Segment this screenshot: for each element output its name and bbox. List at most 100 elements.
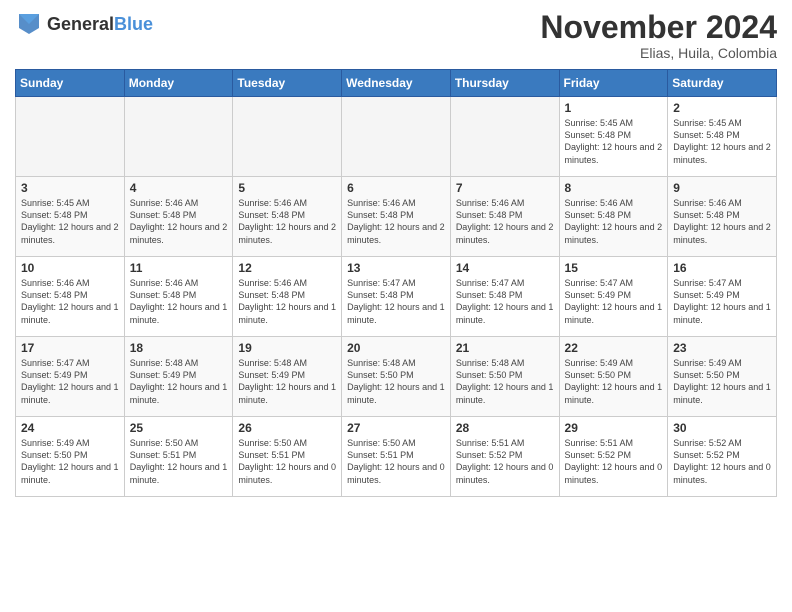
calendar-week-4: 17 Sunrise: 5:47 AM Sunset: 5:49 PM Dayli… — [16, 337, 777, 417]
day-info: Sunrise: 5:46 AM Sunset: 5:48 PM Dayligh… — [673, 197, 772, 246]
calendar-week-2: 3 Sunrise: 5:45 AM Sunset: 5:48 PM Daylig… — [16, 177, 777, 257]
calendar-cell: 6 Sunrise: 5:46 AM Sunset: 5:48 PM Daylig… — [342, 177, 451, 257]
day-info: Sunrise: 5:46 AM Sunset: 5:48 PM Dayligh… — [130, 277, 229, 326]
day-number: 3 — [21, 181, 120, 195]
day-number: 10 — [21, 261, 120, 275]
day-info: Sunrise: 5:48 AM Sunset: 5:49 PM Dayligh… — [130, 357, 229, 406]
day-number: 9 — [673, 181, 772, 195]
calendar-container: GeneralBlue November 2024 Elias, Huila, … — [0, 0, 792, 512]
title-block: November 2024 Elias, Huila, Colombia — [540, 10, 777, 61]
col-friday: Friday — [559, 70, 668, 97]
day-number: 17 — [21, 341, 120, 355]
day-number: 13 — [347, 261, 446, 275]
day-info: Sunrise: 5:46 AM Sunset: 5:48 PM Dayligh… — [565, 197, 664, 246]
day-info: Sunrise: 5:47 AM Sunset: 5:49 PM Dayligh… — [565, 277, 664, 326]
calendar-cell: 16Sunrise: 5:47 AM Sunset: 5:49 PM Dayli… — [668, 257, 777, 337]
col-tuesday: Tuesday — [233, 70, 342, 97]
calendar-cell: 14 Sunrise: 5:47 AM Sunset: 5:48 PM Dayli… — [450, 257, 559, 337]
day-info: Sunrise: 5:47 AM Sunset: 5:49 PM Dayligh… — [21, 357, 120, 406]
day-info: Sunrise: 5:47 AM Sunset: 5:48 PM Dayligh… — [347, 277, 446, 326]
day-number: 23 — [673, 341, 772, 355]
calendar-cell — [16, 97, 125, 177]
calendar-cell: 15 Sunrise: 5:47 AM Sunset: 5:49 PM Dayli… — [559, 257, 668, 337]
day-number: 20 — [347, 341, 446, 355]
calendar-cell: 24 Sunrise: 5:49 AM Sunset: 5:50 PM Dayli… — [16, 417, 125, 497]
day-info: Sunrise: 5:45 AM Sunset: 5:48 PM Dayligh… — [565, 117, 664, 166]
calendar-cell — [450, 97, 559, 177]
calendar-cell — [233, 97, 342, 177]
calendar-table: Sunday Monday Tuesday Wednesday Thursday… — [15, 69, 777, 497]
day-info: Sunrise: 5:51 AM Sunset: 5:52 PM Dayligh… — [456, 437, 555, 486]
day-number: 6 — [347, 181, 446, 195]
calendar-week-5: 24 Sunrise: 5:49 AM Sunset: 5:50 PM Dayli… — [16, 417, 777, 497]
day-number: 4 — [130, 181, 229, 195]
calendar-week-1: 1 Sunrise: 5:45 AM Sunset: 5:48 PM Daylig… — [16, 97, 777, 177]
day-info: Sunrise: 5:49 AM Sunset: 5:50 PM Dayligh… — [565, 357, 664, 406]
day-number: 29 — [565, 421, 664, 435]
logo-blue: Blue — [114, 14, 153, 34]
day-number: 2 — [673, 101, 772, 115]
day-number: 19 — [238, 341, 337, 355]
day-info: Sunrise: 5:47 AM Sunset: 5:48 PM Dayligh… — [456, 277, 555, 326]
day-info: Sunrise: 5:52 AM Sunset: 5:52 PM Dayligh… — [673, 437, 772, 486]
calendar-cell: 5 Sunrise: 5:46 AM Sunset: 5:48 PM Daylig… — [233, 177, 342, 257]
day-info: Sunrise: 5:48 AM Sunset: 5:50 PM Dayligh… — [347, 357, 446, 406]
logo-icon — [15, 10, 43, 38]
day-info: Sunrise: 5:48 AM Sunset: 5:50 PM Dayligh… — [456, 357, 555, 406]
calendar-cell: 9 Sunrise: 5:46 AM Sunset: 5:48 PM Daylig… — [668, 177, 777, 257]
day-number: 14 — [456, 261, 555, 275]
day-info: Sunrise: 5:50 AM Sunset: 5:51 PM Dayligh… — [238, 437, 337, 486]
col-monday: Monday — [124, 70, 233, 97]
col-saturday: Saturday — [668, 70, 777, 97]
calendar-cell: 22 Sunrise: 5:49 AM Sunset: 5:50 PM Dayli… — [559, 337, 668, 417]
day-number: 30 — [673, 421, 772, 435]
calendar-cell: 29 Sunrise: 5:51 AM Sunset: 5:52 PM Dayli… — [559, 417, 668, 497]
day-info: Sunrise: 5:46 AM Sunset: 5:48 PM Dayligh… — [456, 197, 555, 246]
day-info: Sunrise: 5:46 AM Sunset: 5:48 PM Dayligh… — [238, 197, 337, 246]
day-number: 12 — [238, 261, 337, 275]
calendar-cell: 18Sunrise: 5:48 AM Sunset: 5:49 PM Dayli… — [124, 337, 233, 417]
day-number: 8 — [565, 181, 664, 195]
day-number: 24 — [21, 421, 120, 435]
calendar-cell: 13 Sunrise: 5:47 AM Sunset: 5:48 PM Dayli… — [342, 257, 451, 337]
calendar-cell: 30 Sunrise: 5:52 AM Sunset: 5:52 PM Dayli… — [668, 417, 777, 497]
day-info: Sunrise: 5:49 AM Sunset: 5:50 PM Dayligh… — [673, 357, 772, 406]
day-number: 22 — [565, 341, 664, 355]
day-info: Sunrise: 5:46 AM Sunset: 5:48 PM Dayligh… — [347, 197, 446, 246]
calendar-cell: 3 Sunrise: 5:45 AM Sunset: 5:48 PM Daylig… — [16, 177, 125, 257]
day-info: Sunrise: 5:48 AM Sunset: 5:49 PM Dayligh… — [238, 357, 337, 406]
day-info: Sunrise: 5:46 AM Sunset: 5:48 PM Dayligh… — [238, 277, 337, 326]
day-info: Sunrise: 5:50 AM Sunset: 5:51 PM Dayligh… — [130, 437, 229, 486]
day-info: Sunrise: 5:46 AM Sunset: 5:48 PM Dayligh… — [21, 277, 120, 326]
day-number: 28 — [456, 421, 555, 435]
day-number: 1 — [565, 101, 664, 115]
day-info: Sunrise: 5:46 AM Sunset: 5:48 PM Dayligh… — [130, 197, 229, 246]
logo: GeneralBlue — [15, 10, 153, 38]
month-title: November 2024 — [540, 10, 777, 45]
col-thursday: Thursday — [450, 70, 559, 97]
location-subtitle: Elias, Huila, Colombia — [540, 45, 777, 61]
calendar-week-3: 10 Sunrise: 5:46 AM Sunset: 5:48 PM Dayli… — [16, 257, 777, 337]
day-info: Sunrise: 5:51 AM Sunset: 5:52 PM Dayligh… — [565, 437, 664, 486]
day-number: 27 — [347, 421, 446, 435]
day-number: 11 — [130, 261, 229, 275]
day-number: 5 — [238, 181, 337, 195]
calendar-cell: 28 Sunrise: 5:51 AM Sunset: 5:52 PM Dayli… — [450, 417, 559, 497]
calendar-cell: 21Sunrise: 5:48 AM Sunset: 5:50 PM Dayli… — [450, 337, 559, 417]
calendar-cell: 20 Sunrise: 5:48 AM Sunset: 5:50 PM Dayli… — [342, 337, 451, 417]
day-number: 7 — [456, 181, 555, 195]
calendar-cell: 8 Sunrise: 5:46 AM Sunset: 5:48 PM Daylig… — [559, 177, 668, 257]
calendar-cell: 17 Sunrise: 5:47 AM Sunset: 5:49 PM Dayli… — [16, 337, 125, 417]
calendar-cell: 27 Sunrise: 5:50 AM Sunset: 5:51 PM Dayli… — [342, 417, 451, 497]
day-number: 25 — [130, 421, 229, 435]
calendar-cell — [342, 97, 451, 177]
day-info: Sunrise: 5:45 AM Sunset: 5:48 PM Dayligh… — [673, 117, 772, 166]
calendar-cell: 25 Sunrise: 5:50 AM Sunset: 5:51 PM Dayli… — [124, 417, 233, 497]
day-info: Sunrise: 5:47 AM Sunset: 5:49 PM Dayligh… — [673, 277, 772, 326]
day-info: Sunrise: 5:45 AM Sunset: 5:48 PM Dayligh… — [21, 197, 120, 246]
day-info: Sunrise: 5:50 AM Sunset: 5:51 PM Dayligh… — [347, 437, 446, 486]
day-info: Sunrise: 5:49 AM Sunset: 5:50 PM Dayligh… — [21, 437, 120, 486]
day-number: 15 — [565, 261, 664, 275]
col-wednesday: Wednesday — [342, 70, 451, 97]
calendar-cell: 2 Sunrise: 5:45 AM Sunset: 5:48 PM Daylig… — [668, 97, 777, 177]
